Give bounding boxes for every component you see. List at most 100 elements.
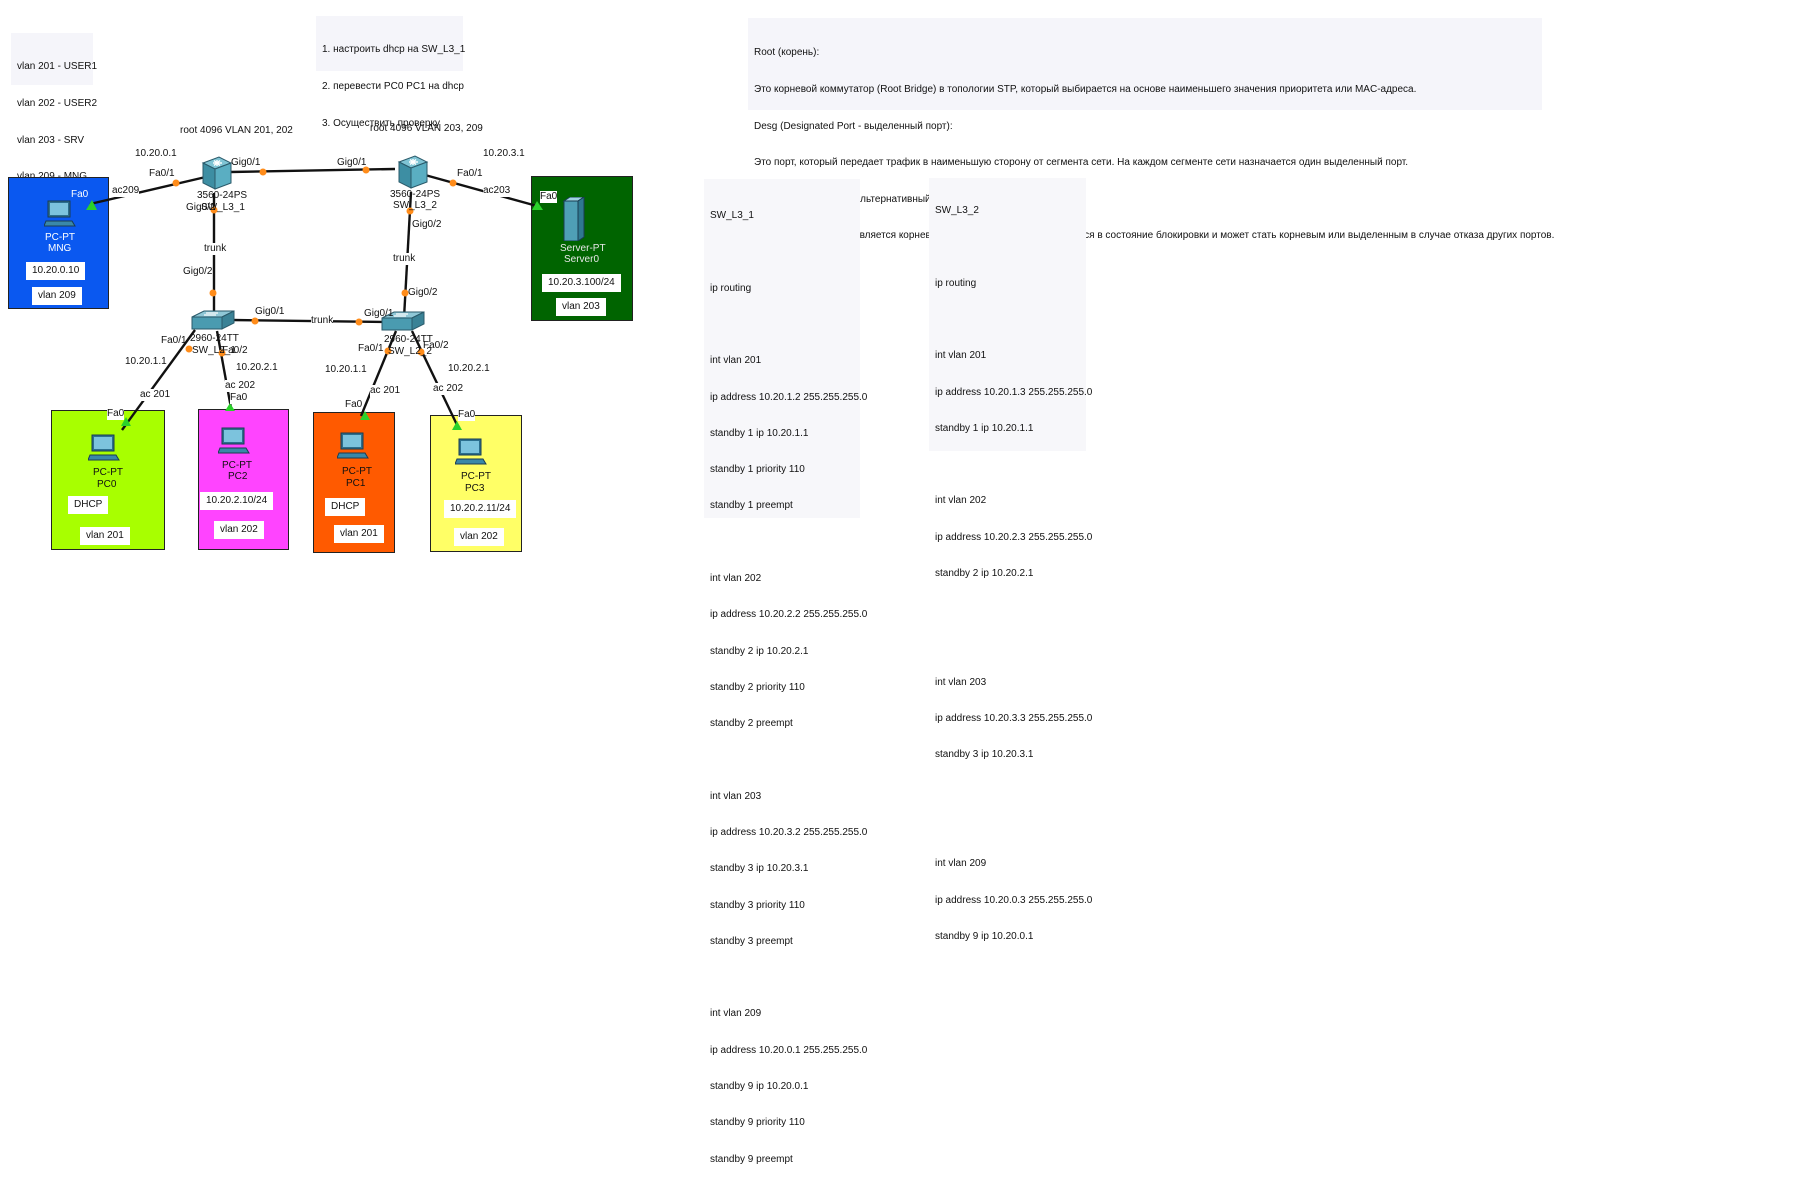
config-line: int vlan 201 xyxy=(935,350,987,362)
host-name: PC2 xyxy=(228,471,248,482)
pc1-icon[interactable] xyxy=(336,431,369,466)
config-line: standby 3 preempt xyxy=(710,935,793,947)
config-line: standby 2 ip 10.20.2.1 xyxy=(710,645,809,657)
port-dot xyxy=(449,179,457,187)
config-line: standby 3 ip 10.20.3.1 xyxy=(935,749,1034,761)
link-label: ac 202 xyxy=(433,383,464,395)
pc-icon xyxy=(87,434,120,461)
host-vlan: vlan 209 xyxy=(32,287,82,305)
config-line: int vlan 209 xyxy=(710,1008,762,1020)
config-line: ip routing xyxy=(935,277,977,289)
host-port-label: Fa0 xyxy=(540,191,558,203)
config-line: int vlan 202 xyxy=(710,573,762,584)
host-vlan: vlan 203 xyxy=(556,298,606,316)
link-l31-l32[interactable] xyxy=(229,167,396,174)
port-label: Fa0/1 xyxy=(149,168,175,179)
config-line: standby 2 ip 10.20.2.1 xyxy=(935,568,1034,579)
config-line: standby 3 ip 10.20.3.1 xyxy=(710,863,809,875)
host-ip: 10.20.3.100/24 xyxy=(542,274,621,292)
host-type: PC-PT xyxy=(461,471,491,482)
link-label: ac 201 xyxy=(370,385,401,397)
config-line xyxy=(935,786,1080,798)
host-vlan: vlan 201 xyxy=(334,525,384,543)
config-line: standby 2 preempt xyxy=(710,718,793,730)
config-line: standby 1 preempt xyxy=(710,500,793,512)
config-line: ip address 10.20.3.3 255.255.255.0 xyxy=(935,713,1093,725)
pc-icon xyxy=(336,432,369,459)
config-line: ip address 10.20.2.3 255.255.255.0 xyxy=(935,531,1093,543)
pc-icon xyxy=(43,200,76,227)
sw-l3-2-root-note: root 4096 VLAN 203, 209 xyxy=(370,123,483,134)
sw-l3-1-ip: 10.20.0.1 xyxy=(135,148,177,159)
link-layer xyxy=(86,166,543,431)
port-label: Gig0/2 xyxy=(408,287,438,298)
port-label: Fa0/1 xyxy=(161,335,187,346)
host-name: MNG xyxy=(48,243,72,254)
config-line: standby 3 priority 110 xyxy=(710,899,805,911)
port-label: Fa0/1 xyxy=(457,168,483,179)
link-up-marker xyxy=(86,200,97,210)
link-label: ac 201 xyxy=(140,389,171,401)
config-sw-l3-2: SW_L3_2 ip routing int vlan 201 ip addre… xyxy=(929,178,1092,942)
sw-l2-1-icon[interactable] xyxy=(190,309,236,336)
port-dot xyxy=(172,179,180,187)
config-line xyxy=(710,319,854,331)
sw-l3-2-ip: 10.20.3.1 xyxy=(483,148,525,159)
mng-pc-icon[interactable] xyxy=(43,199,76,234)
host-name: Server0 xyxy=(564,254,600,265)
link-label: ac209 xyxy=(112,185,140,197)
pc-icon xyxy=(454,438,487,465)
pc-icon xyxy=(217,427,250,454)
config-sw-l3-1: SW_L3_1 ip routing int vlan 201 ip addre… xyxy=(704,179,867,1165)
config-line: int vlan 203 xyxy=(935,676,987,688)
link-label: ac 202 xyxy=(225,380,256,392)
config-line: SW_L3_2 xyxy=(935,205,979,217)
sw-l3-1-model: 3560-24PS xyxy=(197,190,248,201)
host-name: PC0 xyxy=(97,479,117,490)
server-icon[interactable] xyxy=(562,196,586,246)
config-line xyxy=(935,241,1080,253)
port-label: Gig0/1 xyxy=(337,157,367,168)
port-dot xyxy=(209,289,217,297)
host-port-label: Fa0 xyxy=(107,408,125,420)
host-ip: 10.20.2.10/24 xyxy=(200,492,274,510)
config-line: standby 2 priority 110 xyxy=(710,681,805,693)
config-line: int vlan 201 xyxy=(710,355,762,367)
config-line: standby 9 preempt xyxy=(710,1153,793,1165)
link-mng-l31[interactable] xyxy=(89,174,211,206)
config-line xyxy=(710,246,854,258)
config-line: standby 1 ip 10.20.1.1 xyxy=(710,427,809,439)
pc2-icon[interactable] xyxy=(217,426,250,461)
config-line xyxy=(935,641,1080,653)
host-name: PC3 xyxy=(465,483,485,494)
config-line xyxy=(710,754,854,766)
config-line: standby 9 ip 10.20.0.1 xyxy=(935,930,1034,942)
server-icon xyxy=(562,196,586,242)
pc0-icon[interactable] xyxy=(87,433,120,468)
link-label: ac203 xyxy=(483,185,511,197)
config-line: standby 1 ip 10.20.1.1 xyxy=(935,422,1034,434)
host-name: PC1 xyxy=(346,478,366,489)
config-line xyxy=(935,459,1080,471)
host-ip: 10.20.0.10 xyxy=(26,262,86,280)
config-line: standby 9 ip 10.20.0.1 xyxy=(710,1080,809,1092)
multilayer-switch-icon xyxy=(201,156,233,190)
link-up-marker xyxy=(452,421,462,430)
gateway-ip: 10.20.1.1 xyxy=(325,364,367,375)
link-label: trunk xyxy=(204,243,227,255)
config-line: ip address 10.20.3.2 255.255.255.0 xyxy=(710,826,868,838)
port-dot xyxy=(259,168,267,176)
port-label: Fa0/2 xyxy=(423,340,449,351)
gateway-ip: 10.20.2.1 xyxy=(236,362,278,373)
pc3-icon[interactable] xyxy=(454,437,487,472)
port-label: Fa0/1 xyxy=(358,343,384,354)
port-label: Fa0/2 xyxy=(222,345,248,356)
config-line: int vlan 203 xyxy=(710,790,762,802)
host-port-label: Fa0 xyxy=(230,392,248,404)
config-line: SW_L3_1 xyxy=(710,210,754,222)
port-label: Gig0/1 xyxy=(364,308,394,319)
config-line: standby 9 priority 110 xyxy=(710,1117,805,1129)
config-line: ip routing xyxy=(710,282,752,294)
switch-icon xyxy=(191,310,235,330)
sw-l3-1-root-note: root 4096 VLAN 201, 202 xyxy=(180,125,293,136)
